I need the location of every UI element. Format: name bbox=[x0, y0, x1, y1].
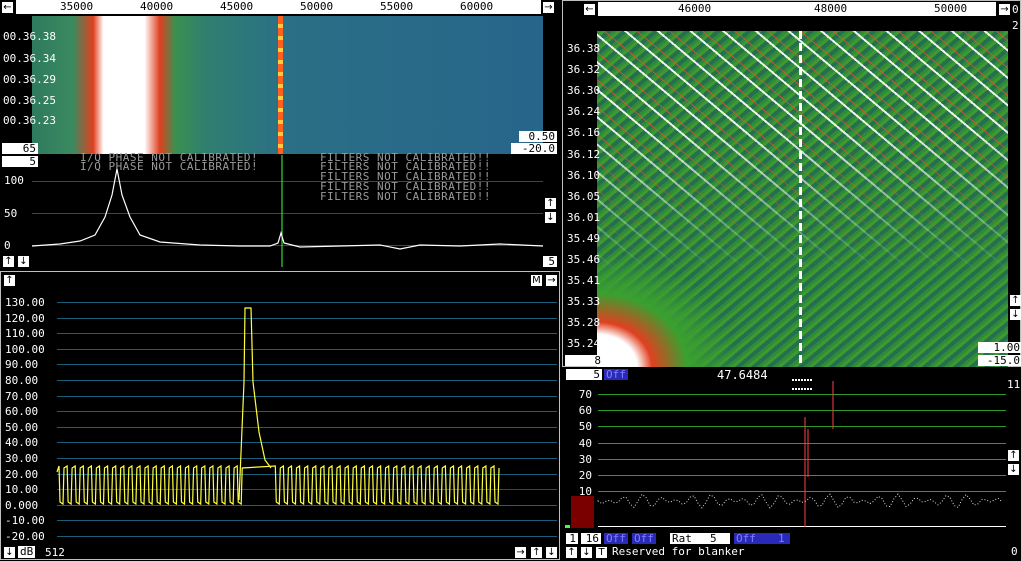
hires-waterfall-image[interactable] bbox=[597, 31, 1008, 367]
off-toggle-1[interactable]: Off bbox=[604, 533, 628, 544]
scroll-right-icon[interactable]: → bbox=[543, 2, 554, 13]
bottom-down-icon[interactable]: ↓ bbox=[581, 547, 592, 558]
hires-carrier-line bbox=[799, 31, 802, 367]
hires-frequency-axis[interactable]: 46000 48000 50000 bbox=[598, 2, 996, 16]
hires-spectrum-up-icon[interactable]: ↑ bbox=[1008, 450, 1019, 461]
baseband-panel: ↑ M → 130.00 120.00 110.00 100.00 90.00 80.00… bbox=[0, 271, 560, 560]
freq-tick: 60000 bbox=[460, 0, 494, 13]
wide-spectrum-panel: 5 I/Q PHASE NOT CALIBRATED! I/Q PHASE NO… bbox=[0, 151, 557, 270]
off-toggle-3-value: 1 bbox=[778, 532, 785, 545]
wide-waterfall-gain-box[interactable]: 0.50 bbox=[519, 131, 557, 142]
off-toggle-2[interactable]: Off bbox=[632, 533, 656, 544]
freq-tick: 40000 bbox=[140, 0, 174, 13]
wide-frequency-axis[interactable]: 35000 40000 45000 50000 55000 60000 bbox=[16, 0, 541, 14]
wide-waterfall-image[interactable] bbox=[32, 16, 543, 154]
time-label: 36.12 bbox=[567, 147, 601, 161]
status-text: Reserved for blanker bbox=[612, 545, 745, 558]
baseband-trace[interactable] bbox=[1, 272, 561, 561]
hires-waterfall-gain-box[interactable]: 1.00 bbox=[978, 342, 1021, 353]
freq-tick: 35000 bbox=[60, 0, 94, 13]
time-label: 00.36.29 bbox=[3, 73, 56, 86]
control-box-16[interactable]: 16 bbox=[581, 533, 601, 544]
freq-tick: 45000 bbox=[220, 0, 254, 13]
time-label: 35.46 bbox=[567, 253, 601, 266]
time-label: 00.36.25 bbox=[3, 94, 56, 107]
time-label: 36.16 bbox=[567, 126, 601, 140]
control-box-1[interactable]: 1 bbox=[566, 533, 578, 544]
time-label: 36.10 bbox=[567, 168, 601, 182]
hires-up-icon[interactable]: ↑ bbox=[1010, 295, 1021, 306]
level-down-icon[interactable]: ↓ bbox=[18, 256, 29, 267]
wide-waterfall-offset-box[interactable]: -20.0 bbox=[511, 143, 557, 154]
rat-value: 5 bbox=[710, 532, 717, 545]
time-label: 35.33 bbox=[567, 295, 601, 309]
scale-down-icon[interactable]: ↓ bbox=[545, 212, 556, 223]
db-unit-label: dB bbox=[18, 545, 36, 558]
time-label: 00.36.38 bbox=[3, 30, 56, 43]
hires-down-icon[interactable]: ↓ bbox=[1010, 309, 1021, 320]
rat-control[interactable]: Rat 5 bbox=[670, 533, 730, 544]
hires-waterfall-offset-box[interactable]: -15.0 bbox=[978, 355, 1021, 366]
time-label: 36.38 bbox=[567, 42, 601, 55]
time-label: 35.49 bbox=[567, 231, 601, 245]
wide-waterfall-panel: ← 35000 40000 45000 50000 55000 60000 → … bbox=[0, 0, 557, 155]
time-label: 00.36.34 bbox=[3, 52, 56, 65]
time-label: 35.41 bbox=[567, 274, 601, 288]
wide-spectrum-trace[interactable] bbox=[0, 155, 557, 270]
scale-up-icon[interactable]: ↑ bbox=[545, 198, 556, 209]
hires-scroll-right-icon[interactable]: → bbox=[999, 4, 1010, 15]
wide-waterfall-avg-box[interactable]: 65 bbox=[2, 143, 38, 154]
fft-size-label: 512 bbox=[45, 546, 65, 559]
hires-waterfall-panel: ← 46000 48000 50000 → 0 2 36.38 36.32 36.3… bbox=[562, 0, 1021, 367]
hires-right-digit: 2 bbox=[1012, 19, 1019, 32]
off-toggle-3-label: Off bbox=[736, 532, 756, 545]
freq-tick: 50000 bbox=[934, 2, 968, 15]
freq-tick: 55000 bbox=[380, 0, 414, 13]
baseband-scroll-right-icon[interactable]: → bbox=[515, 547, 526, 558]
off-toggle-3[interactable]: Off 1 bbox=[734, 533, 790, 544]
time-label: 36.32 bbox=[567, 63, 601, 77]
time-label: 36.05 bbox=[567, 189, 601, 203]
scroll-left-icon[interactable]: ← bbox=[2, 2, 13, 13]
bottom-up-icon[interactable]: ↑ bbox=[566, 547, 577, 558]
freq-tick: 50000 bbox=[300, 0, 334, 13]
hires-spectrum-panel: 5 Off 47.6484 11 706050403020100 ↑ ↓ 1 1… bbox=[562, 367, 1021, 560]
bottom-t-button[interactable]: T bbox=[596, 547, 607, 558]
time-label: 36.30 bbox=[567, 84, 601, 98]
hires-spectrum-down-icon[interactable]: ↓ bbox=[1008, 464, 1019, 475]
freq-tick: 48000 bbox=[814, 2, 848, 15]
time-label: 35.28 bbox=[567, 316, 601, 330]
corner-digit: 0 bbox=[1011, 545, 1018, 558]
baseband-down-icon[interactable]: ↓ bbox=[4, 547, 15, 558]
rat-label: Rat bbox=[672, 532, 692, 545]
hires-right-digit: 0 bbox=[1012, 3, 1019, 16]
baseband-scroll-up-icon[interactable]: ↑ bbox=[531, 547, 542, 558]
hires-waterfall-avg-box[interactable]: 8 bbox=[565, 355, 603, 366]
hires-spectrum-trace[interactable] bbox=[562, 367, 1021, 560]
freq-tick: 46000 bbox=[678, 2, 712, 15]
time-label: 35.24 bbox=[567, 337, 601, 351]
time-label: 36.24 bbox=[567, 105, 601, 119]
carrier-line bbox=[278, 16, 283, 154]
baseband-scroll-down-icon[interactable]: ↓ bbox=[546, 547, 557, 558]
diagonal-streaks bbox=[597, 31, 1008, 271]
time-label: 00.36.23 bbox=[3, 114, 56, 127]
time-label: 36.01 bbox=[567, 210, 601, 224]
hires-scroll-left-icon[interactable]: ← bbox=[584, 4, 595, 15]
wide-spectrum-right-box[interactable]: 5 bbox=[543, 256, 557, 267]
level-up-icon[interactable]: ↑ bbox=[3, 256, 14, 267]
